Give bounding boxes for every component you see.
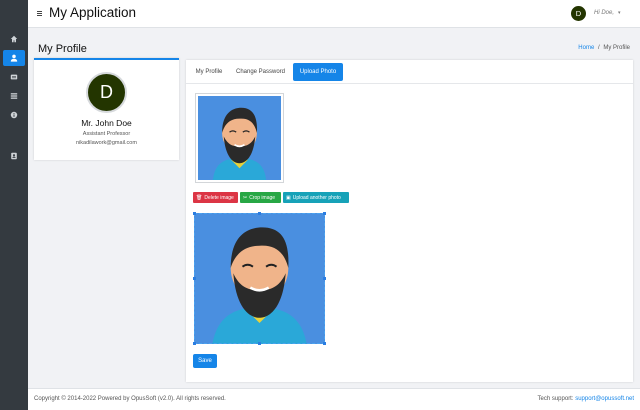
crop-selection-box[interactable] (194, 213, 325, 344)
crop-handle-e[interactable] (323, 277, 326, 280)
copyright-text: Copyright © 2014-2022 Powered by OpusSof… (34, 396, 226, 402)
support-email-link[interactable]: support@opussoft.net (575, 396, 634, 402)
profile-role: Assistant Professor (82, 131, 131, 137)
sidebar-item-profile[interactable] (3, 50, 25, 66)
profile-avatar: D (86, 72, 127, 113)
sidebar-item-home[interactable] (3, 31, 25, 47)
contact-card-icon (11, 152, 17, 160)
upload-another-photo-label: Upload another photo (292, 194, 341, 201)
current-photo-thumbnail (195, 93, 284, 183)
app-title: My Application (49, 5, 137, 20)
profile-tabs: My Profile Change Password Upload Photo (186, 60, 633, 84)
profile-name: Mr. John Doe (81, 118, 132, 128)
breadcrumb: Home / My Profile (578, 45, 630, 51)
save-button[interactable]: Save (193, 354, 217, 368)
crop-handle-se[interactable] (323, 342, 326, 345)
image-icon: ▣ (286, 194, 291, 201)
list-icon (10, 93, 18, 99)
tech-support: Tech support: support@opussoft.net (538, 396, 635, 402)
tab-my-profile[interactable]: My Profile (191, 63, 227, 81)
user-greeting[interactable]: Hi Doe, (594, 10, 614, 16)
footer: Copyright © 2014-2022 Powered by OpusSof… (28, 388, 640, 410)
sidebar-item-contact[interactable] (3, 148, 25, 164)
top-bar: My Application D Hi Doe, ▾ (28, 0, 640, 28)
crop-icon: ✂ (243, 194, 248, 201)
sidebar (0, 0, 28, 410)
home-icon (10, 35, 18, 43)
menu-icon[interactable] (37, 11, 42, 16)
upload-another-photo-button[interactable]: ▣ Upload another photo (283, 192, 349, 203)
breadcrumb-home[interactable]: Home (578, 45, 594, 51)
id-card-icon (10, 74, 18, 80)
crop-handle-n[interactable] (258, 212, 261, 215)
breadcrumb-current: My Profile (603, 45, 630, 51)
breadcrumb-separator: / (597, 45, 600, 51)
crop-area[interactable] (193, 212, 326, 345)
delete-image-label: Delete image (204, 194, 234, 201)
info-icon (10, 111, 18, 119)
crop-handle-w[interactable] (193, 277, 196, 280)
tech-support-label: Tech support: (537, 396, 574, 402)
crop-handle-ne[interactable] (323, 212, 326, 215)
delete-image-button[interactable]: 🗑 Delete image (193, 192, 238, 203)
page-title: My Profile (38, 43, 87, 55)
tab-change-password[interactable]: Change Password (232, 63, 289, 81)
crop-image-label: Crop image (249, 194, 276, 201)
avatar-photo (198, 96, 281, 180)
upload-photo-card: My Profile Change Password Upload Photo … (186, 60, 633, 382)
crop-handle-s[interactable] (258, 342, 261, 345)
crop-handle-nw[interactable] (193, 212, 196, 215)
sidebar-item-id-card[interactable] (3, 69, 25, 85)
tab-upload-photo[interactable]: Upload Photo (293, 63, 343, 81)
user-icon (10, 54, 18, 62)
user-avatar[interactable]: D (571, 6, 586, 21)
profile-card: D Mr. John Doe Assistant Professor nikad… (34, 58, 179, 160)
sidebar-item-list[interactable] (3, 88, 25, 104)
crop-handle-sw[interactable] (193, 342, 196, 345)
chevron-down-icon[interactable]: ▾ (618, 10, 621, 16)
crop-image-button[interactable]: ✂ Crop image (240, 192, 281, 203)
trash-icon: 🗑 (196, 194, 203, 201)
sidebar-item-info[interactable] (3, 107, 25, 123)
profile-email: nikadilawork@gmail.com (76, 140, 137, 146)
